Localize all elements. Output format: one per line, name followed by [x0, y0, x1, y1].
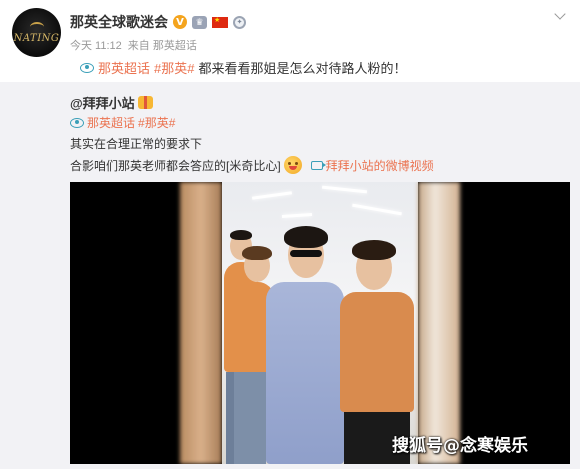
person-right: [340, 292, 414, 412]
topic-icon: [70, 117, 84, 128]
gift-icon: [137, 96, 153, 109]
orig-topics: 那英超话 #那英#: [70, 114, 175, 131]
orig-user-row: @拜拜小站: [70, 93, 153, 112]
avatar[interactable]: NATING: [12, 8, 61, 57]
video-blur-left: [180, 182, 222, 464]
hashtag-link[interactable]: #那英#: [154, 58, 194, 77]
author-name[interactable]: 那英全球歌迷会: [70, 12, 168, 32]
post-text: 那英超话 #那英# 都来看看那姐是怎么对待路人粉的！: [80, 58, 407, 77]
ceiling-light: [251, 191, 293, 200]
video-link[interactable]: 拜拜小站的微博视频: [310, 157, 434, 174]
ceiling-light: [352, 203, 402, 216]
person-hair: [284, 226, 328, 248]
topic-link[interactable]: 那英超话: [98, 58, 150, 77]
ceiling-light: [281, 212, 313, 219]
ceiling-light: [321, 185, 368, 194]
avatar-logo-text: NATING: [13, 32, 60, 44]
post-body: 都来看看那姐是怎么对待路人粉的！: [198, 61, 407, 76]
orig-text: 合影咱们那英老师都会答应的[米奇比心]: [70, 158, 281, 173]
orig-text-line: 合影咱们那英老师都会答应的[米奇比心] 拜拜小站的微博视频: [70, 156, 434, 174]
emoji-icon: [283, 156, 302, 174]
sunglasses: [290, 250, 322, 257]
logo-mark-icon: [29, 21, 44, 32]
video-frame: [222, 182, 418, 464]
video-player[interactable]: [70, 182, 570, 464]
orig-hashtag-link[interactable]: #那英#: [138, 114, 175, 131]
post-source[interactable]: 来自 那英超话: [128, 37, 197, 53]
person-hair: [230, 230, 252, 240]
verified-icon[interactable]: V: [173, 15, 187, 29]
person-jeans: [234, 372, 266, 464]
china-flag-icon[interactable]: [212, 16, 228, 28]
video-link-label: 拜拜小站的微博视频: [325, 158, 434, 173]
post-time[interactable]: 今天 11:12: [70, 37, 122, 53]
topic-icon: [80, 62, 94, 73]
orig-text-line: 其实在合理正常的要求下: [70, 137, 203, 151]
member-crown-icon[interactable]: ♛: [192, 15, 207, 29]
video-icon: [310, 160, 326, 170]
person-hair: [242, 246, 272, 260]
person-hair: [352, 240, 396, 260]
chevron-down-icon[interactable]: [554, 10, 566, 22]
person-center: [266, 282, 344, 464]
author-row: 那英全球歌迷会 V ♛ ✦: [70, 12, 246, 32]
medal-icon[interactable]: ✦: [233, 15, 246, 29]
repost-card: @拜拜小站 那英超话 #那英# 其实在合理正常的要求下 合影咱们那英老师都会答应…: [0, 82, 580, 469]
video-blur-right: [418, 182, 460, 464]
orig-topic-link[interactable]: 那英超话: [87, 114, 135, 131]
post-meta: 今天 11:12 来自 那英超话: [70, 37, 197, 53]
watermark: 搜狐号@念寒娱乐: [392, 436, 528, 456]
orig-username[interactable]: @拜拜小站: [70, 93, 135, 112]
